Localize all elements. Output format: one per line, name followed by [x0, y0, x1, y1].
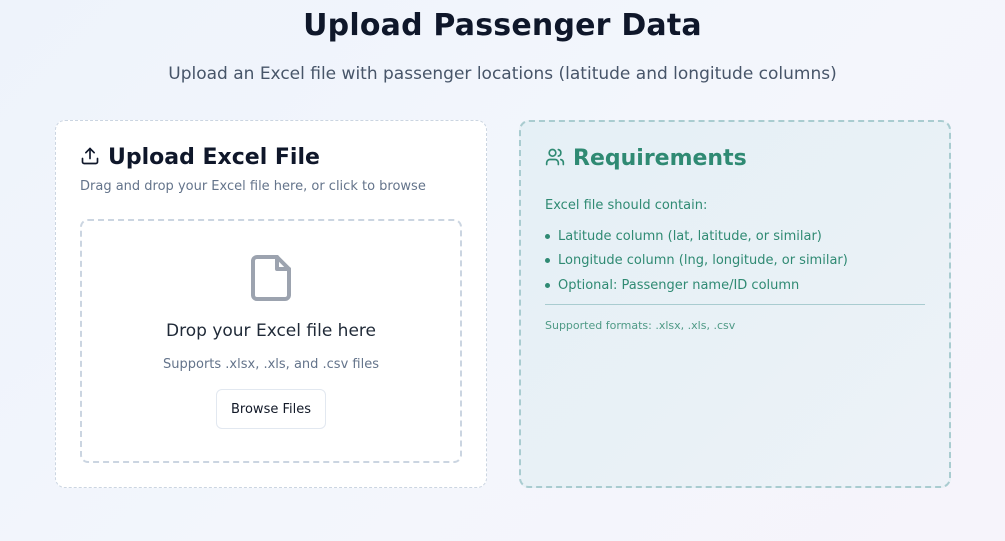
list-item-text: Optional: Passenger name/ID column: [558, 277, 800, 293]
dropzone-title: Drop your Excel file here: [166, 321, 376, 341]
browse-files-button[interactable]: Browse Files: [216, 389, 326, 429]
requirements-divider: [545, 304, 925, 305]
list-item: Optional: Passenger name/ID column: [545, 273, 848, 298]
users-icon: [545, 147, 565, 171]
list-item-text: Longitude column (lng, longitude, or sim…: [558, 253, 848, 269]
bullet-icon: [545, 233, 550, 239]
upload-icon: [80, 146, 100, 170]
upload-card: Upload Excel File Drag and drop your Exc…: [55, 120, 487, 488]
bullet-icon: [545, 258, 550, 264]
page-subtitle: Upload an Excel file with passenger loca…: [168, 64, 837, 84]
upload-card-header: Upload Excel File: [80, 145, 320, 170]
requirements-list: Latitude column (lat, latitude, or simil…: [545, 224, 848, 298]
dropzone-subtitle: Supports .xlsx, .xls, and .csv files: [163, 357, 379, 372]
list-item-text: Latitude column (lat, latitude, or simil…: [558, 228, 822, 244]
bullet-icon: [545, 282, 550, 288]
upload-card-description: Drag and drop your Excel file here, or c…: [80, 179, 426, 194]
page-title: Upload Passenger Data: [303, 8, 702, 43]
supported-formats: Supported formats: .xlsx, .xls, .csv: [545, 319, 736, 332]
requirements-card-header: Requirements: [545, 146, 747, 171]
requirements-intro: Excel file should contain:: [545, 198, 708, 213]
file-icon: [251, 255, 291, 301]
requirements-card-title: Requirements: [573, 146, 747, 171]
upload-card-title: Upload Excel File: [108, 145, 320, 170]
requirements-card: Requirements Excel file should contain: …: [519, 120, 951, 488]
file-dropzone[interactable]: Drop your Excel file here Supports .xlsx…: [80, 219, 462, 463]
list-item: Longitude column (lng, longitude, or sim…: [545, 249, 848, 274]
list-item: Latitude column (lat, latitude, or simil…: [545, 224, 848, 249]
